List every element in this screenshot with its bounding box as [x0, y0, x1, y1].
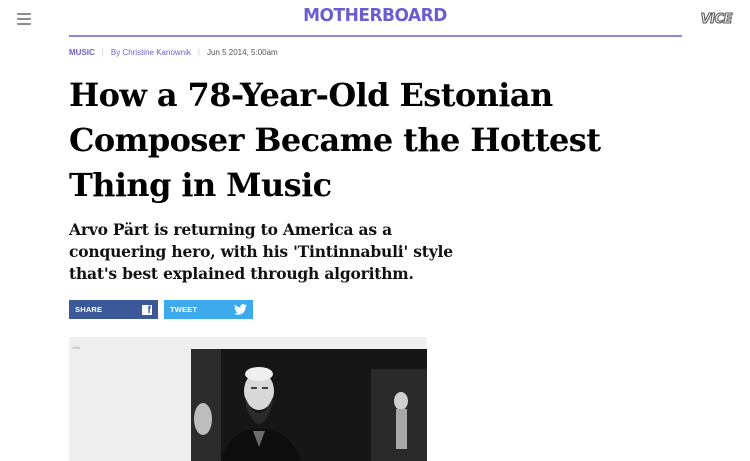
header-divider: [69, 35, 682, 37]
article-dek: Arvo Pärt is returning to America as a c…: [69, 220, 453, 283]
twitter-bird-icon: [234, 304, 247, 315]
photo-illustration: [191, 349, 427, 461]
share-buttons: SHARE f TWEET: [69, 300, 253, 319]
facebook-share-label: SHARE: [75, 305, 103, 314]
photo-image: [191, 349, 427, 461]
article-headline: How a 78-Year-Old Estonian Composer Beca…: [69, 76, 601, 204]
facebook-share-button[interactable]: SHARE f: [69, 300, 158, 319]
publish-date: Jun 5 2014, 5:00am: [206, 48, 278, 57]
category-link[interactable]: MUSIC: [69, 48, 95, 57]
article-photo: 1966: [69, 337, 427, 461]
twitter-share-label: TWEET: [170, 305, 198, 314]
site-logo[interactable]: MOTHERBOARD: [0, 6, 750, 27]
article-page: MOTHERBOARD VICE MUSIC | By Christine Ka…: [0, 0, 750, 461]
vice-logo[interactable]: VICE: [700, 11, 733, 27]
facebook-icon: f: [142, 304, 152, 315]
byline-separator: |: [101, 48, 104, 57]
twitter-share-button[interactable]: TWEET: [164, 300, 253, 319]
author-link[interactable]: By Christine Kanownik: [111, 48, 191, 57]
byline-separator: |: [197, 48, 200, 57]
byline: MUSIC | By Christine Kanownik | Jun 5 20…: [69, 48, 278, 57]
photo-caption: 1966: [72, 346, 80, 350]
